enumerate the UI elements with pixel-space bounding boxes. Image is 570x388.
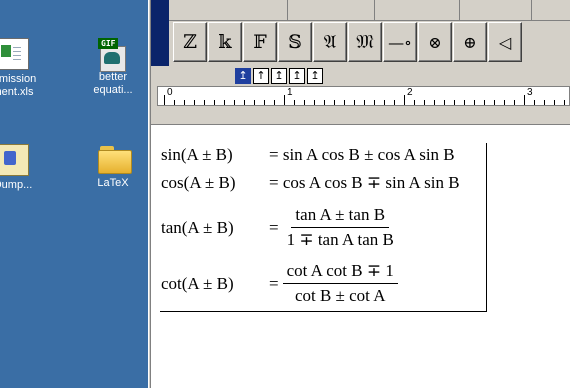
desktop-icon-label: LaTeX [97, 177, 129, 189]
dump-file-icon [0, 144, 29, 176]
equation-row: cos(A ± B) = cos A cos B ∓ sin A sin B [161, 173, 460, 193]
equation-rhs: = cos A cos B ∓ sin A sin B [269, 173, 460, 192]
oplus-symbol-button[interactable]: ⊕ [453, 22, 487, 62]
desktop-icon-latex[interactable]: LaTeX [78, 144, 148, 190]
fraction-denominator: cot B ± cot A [294, 286, 386, 305]
desktop-icon-label: Dump... [0, 179, 33, 191]
equation-lhs: sin(A ± B) [161, 145, 233, 164]
nudge-up-button[interactable]: ↥ [271, 68, 287, 84]
triangle-left-symbol-button[interactable]: ◁ [488, 22, 522, 62]
excel-file-icon [0, 38, 29, 70]
equation-document[interactable]: sin(A ± B) = sin A cos B ± cos A sin B c… [151, 124, 570, 388]
equation-rhs: = sin A cos B ± cos A sin B [269, 145, 455, 164]
desktop-icon-label: better [98, 71, 128, 83]
nudge-up-button[interactable]: ↑ [253, 68, 269, 84]
field-k-symbol-button[interactable]: 𝕜 [208, 22, 242, 62]
desktop: mmission ment.xls GIF better equati... D… [0, 0, 148, 388]
field-f-symbol-button[interactable]: 𝔽 [243, 22, 277, 62]
gif-badge: GIF [98, 38, 119, 49]
equation-editor-window: ℤ 𝕜 𝔽 𝕊 𝔄 𝔐 —∘ ⊗ ⊕ ◁ ↥ ↑ ↥ ↥ ↥ 0 1 2 3 s… [151, 0, 570, 388]
desktop-icon-label: ment.xls [0, 86, 34, 98]
desktop-icon-dump[interactable]: Dump... [0, 144, 48, 192]
fraction-numerator: tan A ± tan B [291, 205, 390, 228]
nudge-up-button[interactable]: ↥ [307, 68, 323, 84]
window-accent-bar [151, 0, 169, 66]
equation-equals: = [269, 217, 279, 237]
nudge-toolbar: ↥ ↑ ↥ ↥ ↥ [235, 68, 323, 84]
fraktur-a-symbol-button[interactable]: 𝔄 [313, 22, 347, 62]
ruler[interactable]: 0 1 2 3 [157, 86, 570, 106]
desktop-icon-label: equati... [93, 84, 133, 96]
fraktur-m-symbol-button[interactable]: 𝔐 [348, 22, 382, 62]
desktop-icon-xls[interactable]: mmission ment.xls [0, 38, 48, 99]
fraction: tan A ± tan B 1 ∓ tan A tan B [283, 205, 398, 250]
desktop-icon-gif[interactable]: GIF better equati... [78, 38, 148, 97]
fraction-denominator: 1 ∓ tan A tan B [286, 230, 394, 249]
ruler-label: 3 [527, 87, 533, 98]
ruler-label: 0 [167, 87, 173, 98]
blackboard-s-symbol-button[interactable]: 𝕊 [278, 22, 312, 62]
equation-equals: = [269, 273, 279, 293]
equation-lhs: cos(A ± B) [161, 173, 236, 192]
gif-image-icon: GIF [98, 38, 128, 72]
top-toolbar-row [169, 0, 570, 21]
nudge-up-button[interactable]: ↥ [235, 68, 251, 84]
fraction-numerator: cot A cot B ∓ 1 [282, 261, 398, 284]
equation-row: tan(A ± B) = tan A ± tan B 1 ∓ tan A tan… [161, 205, 398, 250]
equation-row: cot(A ± B) = cot A cot B ∓ 1 cot B ± cot… [161, 261, 398, 306]
equation-lhs: cot(A ± B) [161, 273, 234, 293]
symbol-palette: ℤ 𝕜 𝔽 𝕊 𝔄 𝔐 —∘ ⊗ ⊕ ◁ [173, 22, 570, 62]
ruler-label: 1 [287, 87, 293, 98]
equation-row: sin(A ± B) = sin A cos B ± cos A sin B [161, 145, 455, 165]
ruler-label: 2 [407, 87, 413, 98]
folder-icon [98, 144, 132, 174]
nudge-up-button[interactable]: ↥ [289, 68, 305, 84]
fraction: cot A cot B ∓ 1 cot B ± cot A [282, 261, 398, 306]
integers-symbol-button[interactable]: ℤ [173, 22, 207, 62]
otimes-symbol-button[interactable]: ⊗ [418, 22, 452, 62]
desktop-icon-label: mmission [0, 73, 37, 85]
equation-lhs: tan(A ± B) [161, 217, 234, 237]
multimap-symbol-button[interactable]: —∘ [383, 22, 417, 62]
